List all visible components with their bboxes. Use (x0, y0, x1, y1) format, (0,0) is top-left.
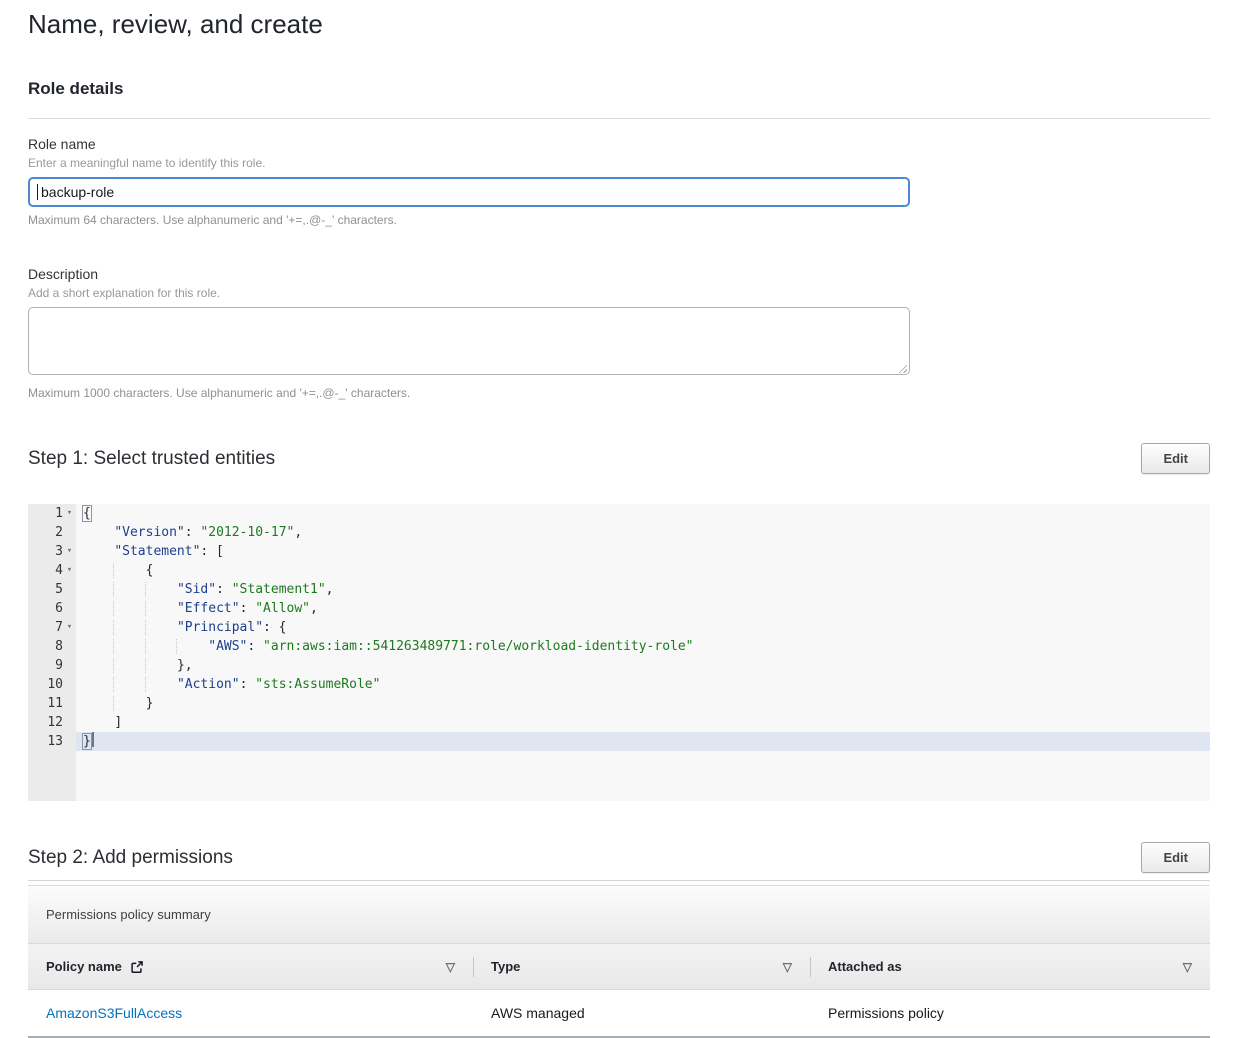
step1-heading: Step 1: Select trusted entities (28, 447, 275, 471)
page-title: Name, review, and create (28, 8, 1210, 40)
code-text: "Version": "2012-10-17", (76, 523, 1210, 542)
column-label: Policy name (46, 959, 122, 974)
permissions-summary-panel-header: Permissions policy summary (28, 885, 1210, 943)
line-number: 13 (28, 732, 76, 751)
column-header-type[interactable]: Type ▽ (473, 944, 810, 989)
line-number: 2 (28, 523, 76, 542)
text-cursor (37, 184, 38, 200)
step1-header-row: Step 1: Select trusted entities Edit (28, 443, 1210, 474)
fold-toggle-icon[interactable]: ▾ (63, 618, 76, 637)
code-line[interactable]: 13} (28, 732, 1210, 751)
step2-divider (28, 880, 1210, 881)
description-label: Description (28, 265, 1210, 283)
line-number: 8 (28, 637, 76, 656)
table-row: AmazonS3FullAccessAWS managedPermissions… (28, 990, 1210, 1038)
code-text: { (76, 561, 1210, 580)
line-number: 6 (28, 599, 76, 618)
code-text: "Action": "sts:AssumeRole" (76, 675, 1210, 694)
code-line[interactable]: 8 "AWS": "arn:aws:iam::541263489771:role… (28, 637, 1210, 656)
trust-policy-editor[interactable]: 1▾{2 "Version": "2012-10-17",3▾ "Stateme… (28, 504, 1210, 801)
column-label: Attached as (828, 959, 902, 974)
code-text: } (76, 694, 1210, 713)
code-line[interactable]: 2 "Version": "2012-10-17", (28, 523, 1210, 542)
code-line[interactable]: 12 ] (28, 713, 1210, 732)
role-name-help: Enter a meaningful name to identify this… (28, 156, 1210, 171)
code-line[interactable]: 3▾ "Statement": [ (28, 542, 1210, 561)
policy-type-cell: AWS managed (473, 1005, 810, 1021)
column-label: Type (491, 959, 520, 974)
code-text: "AWS": "arn:aws:iam::541263489771:role/w… (76, 637, 1210, 656)
description-help: Add a short explanation for this role. (28, 286, 1210, 301)
code-line[interactable]: 10 "Action": "sts:AssumeRole" (28, 675, 1210, 694)
code-text: } (76, 732, 1210, 751)
fold-toggle-icon[interactable]: ▾ (63, 504, 76, 523)
role-name-field: Role name Enter a meaningful name to ide… (28, 135, 1210, 228)
code-text: "Statement": [ (76, 542, 1210, 561)
step2-header-row: Step 2: Add permissions Edit (28, 842, 1210, 873)
permissions-summary-title: Permissions policy summary (46, 907, 211, 922)
line-number: 12 (28, 713, 76, 732)
code-line[interactable]: 11 } (28, 694, 1210, 713)
code-line[interactable]: 6 "Effect": "Allow", (28, 599, 1210, 618)
description-constraint: Maximum 1000 characters. Use alphanumeri… (28, 386, 1210, 401)
filter-dropdown-icon[interactable]: ▽ (1183, 961, 1192, 973)
code-line[interactable]: 1▾{ (28, 504, 1210, 523)
fold-toggle-icon[interactable]: ▾ (63, 542, 76, 561)
filter-dropdown-icon[interactable]: ▽ (446, 961, 455, 973)
step2-edit-button[interactable]: Edit (1141, 842, 1210, 873)
line-number: 11 (28, 694, 76, 713)
line-number: 3▾ (28, 542, 76, 561)
policy-name-link[interactable]: AmazonS3FullAccess (28, 1005, 473, 1021)
code-text: "Principal": { (76, 618, 1210, 637)
code-text: { (76, 504, 1210, 523)
role-name-constraint: Maximum 64 characters. Use alphanumeric … (28, 213, 1210, 228)
role-name-input-wrap (28, 177, 910, 207)
code-text: "Effect": "Allow", (76, 599, 1210, 618)
attached-as-cell: Permissions policy (810, 1005, 1210, 1021)
step1-edit-button[interactable]: Edit (1141, 443, 1210, 474)
column-header-policy-name[interactable]: Policy name ▽ (28, 944, 473, 989)
editor-cursor (92, 732, 94, 747)
column-header-attached-as[interactable]: Attached as ▽ (810, 944, 1210, 989)
description-textarea[interactable] (28, 307, 910, 375)
description-field: Description Add a short explanation for … (28, 265, 1210, 401)
filter-dropdown-icon[interactable]: ▽ (783, 961, 792, 973)
external-link-icon (130, 960, 144, 974)
step2-heading: Step 2: Add permissions (28, 846, 233, 870)
role-name-input[interactable] (28, 177, 910, 207)
line-number: 1▾ (28, 504, 76, 523)
fold-toggle-icon[interactable]: ▾ (63, 561, 76, 580)
code-line[interactable]: 5 "Sid": "Statement1", (28, 580, 1210, 599)
code-line[interactable]: 4▾ { (28, 561, 1210, 580)
line-number: 4▾ (28, 561, 76, 580)
section-divider (28, 118, 1210, 119)
permissions-table: Policy name ▽ Type ▽ Attached as ▽ AmazonS3Fu… (28, 943, 1210, 1038)
code-line[interactable]: 7▾ "Principal": { (28, 618, 1210, 637)
table-header-row: Policy name ▽ Type ▽ Attached as ▽ (28, 943, 1210, 990)
description-textarea-wrap (28, 307, 910, 380)
line-number: 7▾ (28, 618, 76, 637)
code-text: }, (76, 656, 1210, 675)
role-details-heading: Role details (28, 78, 1210, 99)
main-content: Name, review, and create Role details Ro… (0, 0, 1242, 1038)
code-text: "Sid": "Statement1", (76, 580, 1210, 599)
line-number: 9 (28, 656, 76, 675)
code-line[interactable]: 9 }, (28, 656, 1210, 675)
code-text: ] (76, 713, 1210, 732)
line-number: 10 (28, 675, 76, 694)
role-name-label: Role name (28, 135, 1210, 153)
line-number: 5 (28, 580, 76, 599)
